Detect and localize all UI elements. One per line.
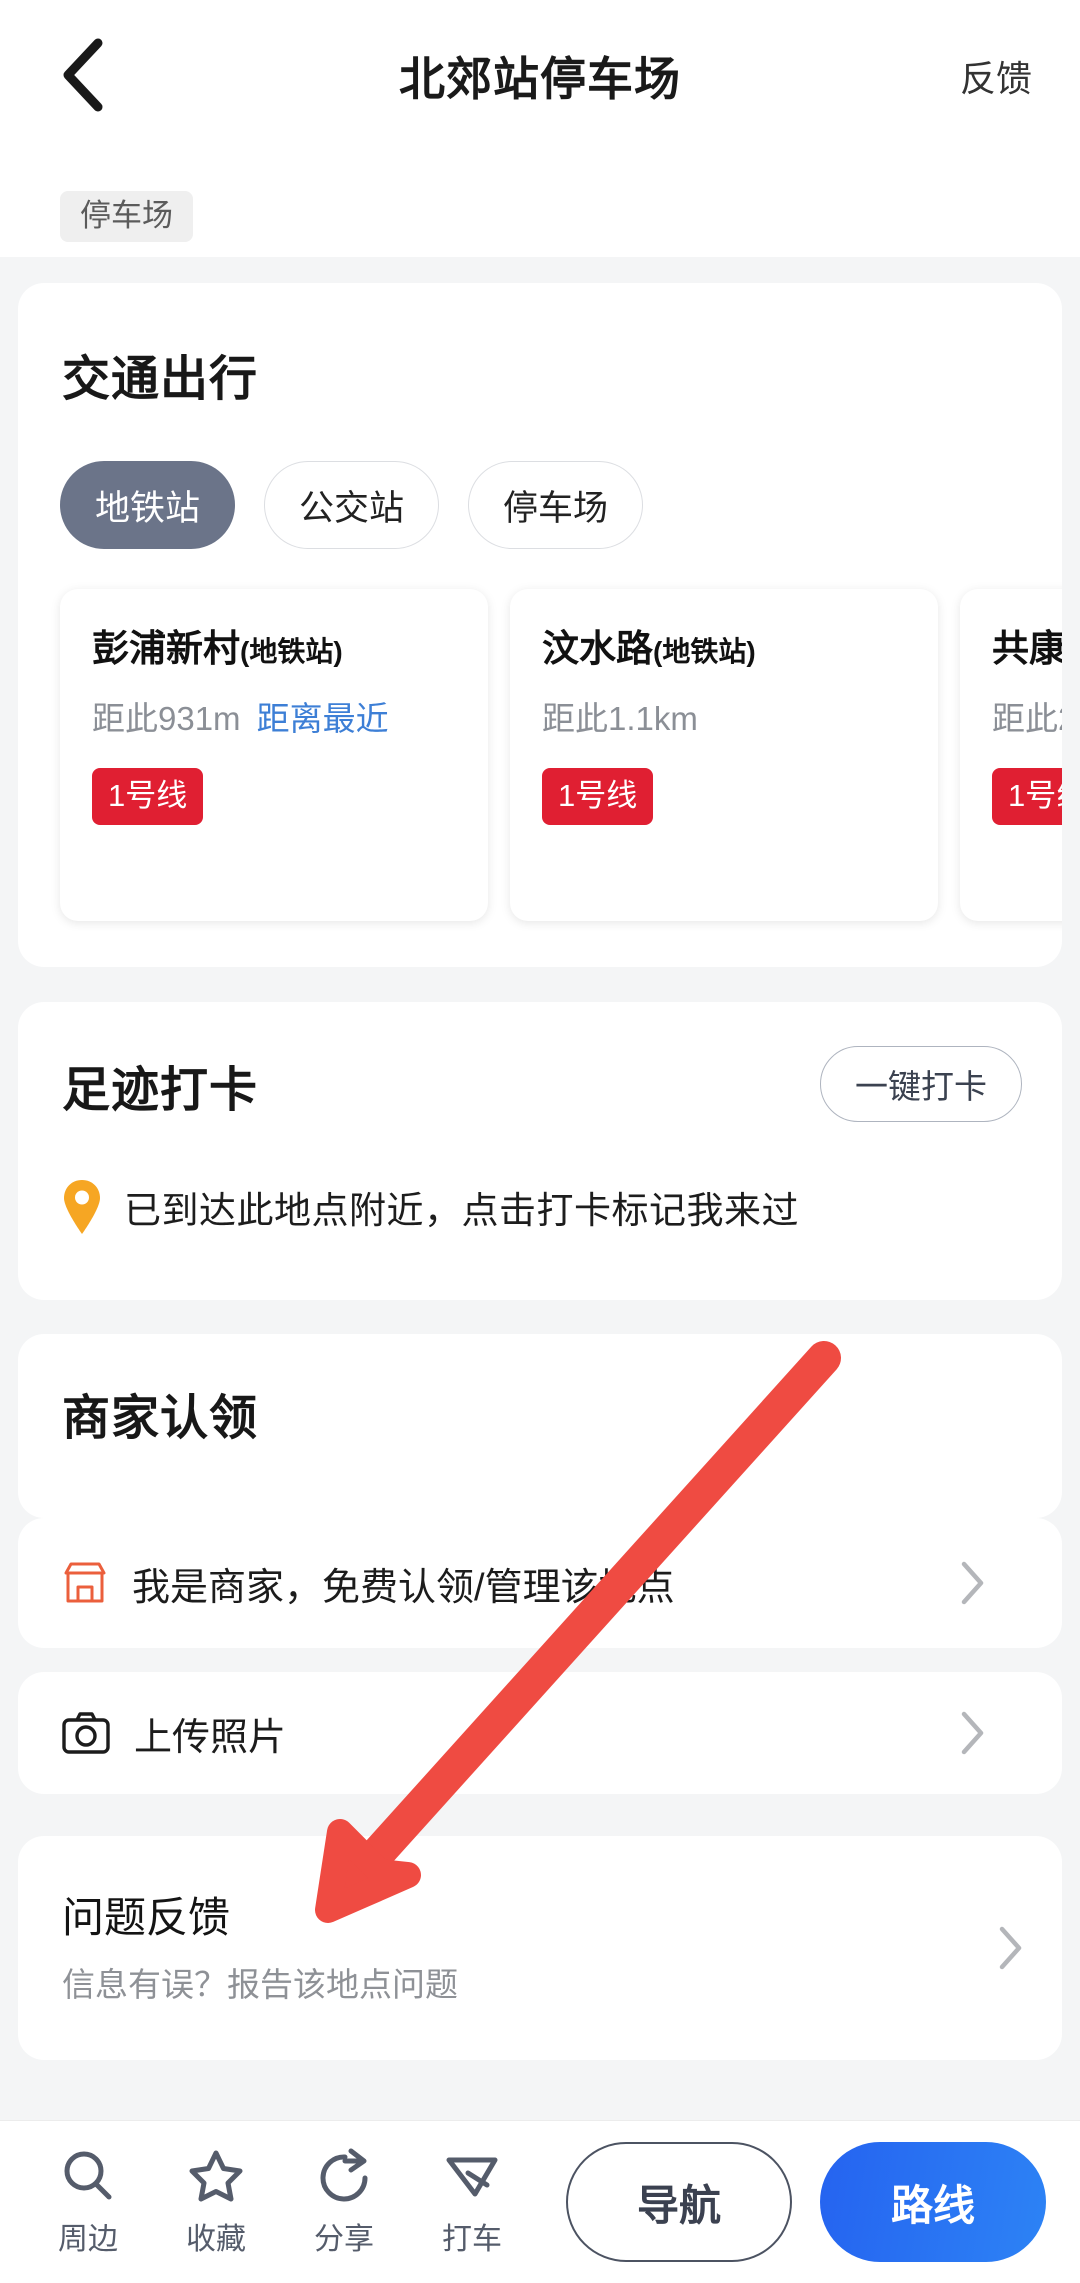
transport-tabs: 地铁站 公交站 停车场: [60, 461, 644, 549]
bottom-item-favorite-label: 收藏: [186, 2222, 246, 2256]
location-pin-icon: [64, 1180, 100, 1234]
merchant-claim-card: 商家认领: [18, 1334, 1062, 1518]
transport-tab-parking-label: 停车场: [503, 488, 609, 528]
star-icon: [189, 2150, 243, 2201]
category-tag: 停车场: [60, 190, 193, 242]
bottom-button-group: 导航 路线: [566, 2142, 1046, 2262]
merchant-section-title: 商家认领: [62, 1392, 259, 1445]
upload-photo-row[interactable]: 上传照片: [62, 1672, 1024, 1794]
station-card[interactable]: 汶水路(地铁站) 距此1.1km 1号线: [510, 589, 938, 921]
route-button[interactable]: 路线: [820, 2142, 1046, 2262]
transport-section-title: 交通出行: [62, 353, 259, 406]
transport-tab-metro-label: 地铁站: [95, 488, 201, 528]
station-name-suffix: (地铁站): [653, 636, 756, 667]
station-name-text: 共康路: [992, 628, 1062, 669]
navigate-button[interactable]: 导航: [566, 2142, 792, 2262]
bottom-item-taxi-label: 打车: [442, 2222, 502, 2256]
station-name: 汶水路(地铁站): [542, 628, 938, 670]
page-title: 北郊站停车场: [399, 53, 681, 105]
bottom-icon-group: 周边 收藏 分享 打车: [0, 2147, 536, 2258]
search-icon: [64, 2151, 112, 2199]
transport-tab-bus[interactable]: 公交站: [264, 461, 440, 549]
station-distance-row: 距此2.0km: [992, 692, 1062, 740]
bottom-item-nearby[interactable]: 周边: [24, 2147, 152, 2258]
share-icon: [320, 2148, 368, 2201]
station-nearest-badge: 距离最近: [256, 699, 389, 737]
station-name-text: 汶水路: [542, 628, 653, 669]
transport-tab-parking[interactable]: 停车场: [468, 461, 644, 549]
place-detail-screen: 北郊站停车场 反馈 停车场 交通出行 地铁站 公交站 停车场 彭浦新村(地铁站): [0, 0, 1080, 2283]
station-distance-row: 距此931m 距离最近: [92, 692, 488, 740]
station-distance: 距此2.0km: [992, 699, 1062, 737]
transport-tab-metro[interactable]: 地铁站: [60, 461, 236, 549]
footprint-hint-text: 已到达此地点附近，点击打卡标记我来过: [124, 1190, 799, 1231]
bottom-item-share-label: 分享: [314, 2222, 374, 2256]
station-distance: 距此931m: [92, 699, 241, 737]
merchant-text-before: 我是商家，: [132, 1566, 323, 1609]
station-line-badge: 1号线: [92, 767, 204, 825]
station-carousel[interactable]: 彭浦新村(地铁站) 距此931m 距离最近 1号线 汶水路(地铁站) 距此1.1k…: [18, 581, 1062, 931]
station-distance-row: 距此1.1km: [542, 692, 938, 740]
store-icon: [64, 1562, 106, 1603]
one-tap-checkin-button[interactable]: 一键打卡: [820, 1046, 1022, 1122]
chevron-right-icon: [961, 1561, 984, 1605]
footprint-section-title: 足迹打卡: [62, 1064, 259, 1117]
transport-card: 交通出行 地铁站 公交站 停车场 彭浦新村(地铁站) 距此931m 距离最近 1…: [18, 283, 1062, 967]
bottom-item-nearby-label: 周边: [58, 2222, 118, 2256]
header-feedback-button[interactable]: 反馈: [960, 50, 1032, 102]
station-name-suffix: (地铁站): [240, 636, 343, 667]
merchant-claim-row[interactable]: 我是商家，免费认领/管理该地点: [62, 1518, 1024, 1648]
station-track: 彭浦新村(地铁站) 距此931m 距离最近 1号线 汶水路(地铁站) 距此1.1k…: [60, 589, 1062, 921]
station-line-badge: 1号线: [542, 767, 654, 825]
issue-feedback-card[interactable]: 问题反馈 信息有误？报告该地点问题: [18, 1836, 1062, 2060]
bottom-item-share[interactable]: 分享: [280, 2147, 408, 2258]
station-card[interactable]: 共康路(地铁站) 距此2.0km 1号线: [960, 589, 1062, 921]
issue-feedback-title: 问题反馈: [62, 1894, 231, 1941]
merchant-claim-row-card: 我是商家，免费认领/管理该地点: [18, 1518, 1062, 1648]
chevron-right-icon: [999, 1926, 1022, 1970]
camera-icon: [62, 1712, 110, 1754]
station-name-text: 彭浦新村: [92, 628, 240, 669]
transport-tab-bus-label: 公交站: [299, 488, 405, 528]
page-header: 北郊站停车场 反馈: [0, 0, 1080, 175]
merchant-text-after: 认领/管理该地点: [398, 1566, 675, 1609]
chevron-right-icon: [961, 1711, 984, 1755]
one-tap-checkin-label: 一键打卡: [855, 1068, 987, 1105]
taxi-cursor-icon: [446, 2157, 498, 2196]
bottom-action-bar: 周边 收藏 分享 打车 导航 路线: [0, 2120, 1080, 2283]
station-distance: 距此1.1km: [542, 699, 698, 737]
merchant-text-free-link[interactable]: 免费: [322, 1567, 398, 1609]
station-name: 彭浦新村(地铁站): [92, 628, 488, 670]
navigate-button-label: 导航: [636, 2181, 721, 2229]
station-card[interactable]: 彭浦新村(地铁站) 距此931m 距离最近 1号线: [60, 589, 488, 921]
bottom-item-favorite[interactable]: 收藏: [152, 2147, 280, 2258]
station-name: 共康路(地铁站): [992, 628, 1062, 670]
upload-photo-card: 上传照片: [18, 1672, 1062, 1794]
category-tag-strip: 停车场: [0, 175, 1080, 257]
station-line-badge: 1号线: [992, 767, 1062, 825]
bottom-item-taxi[interactable]: 打车: [408, 2147, 536, 2258]
upload-photo-label: 上传照片: [134, 1716, 287, 1759]
footprint-hint-row: 已到达此地点附近，点击打卡标记我来过: [62, 1178, 799, 1236]
route-button-label: 路线: [890, 2181, 975, 2229]
merchant-claim-text: 我是商家，免费认领/管理该地点: [132, 1556, 675, 1611]
issue-feedback-subtitle: 信息有误？报告该地点问题: [62, 1966, 458, 2003]
footprint-card: 足迹打卡 一键打卡 已到达此地点附近，点击打卡标记我来过: [18, 1002, 1062, 1300]
